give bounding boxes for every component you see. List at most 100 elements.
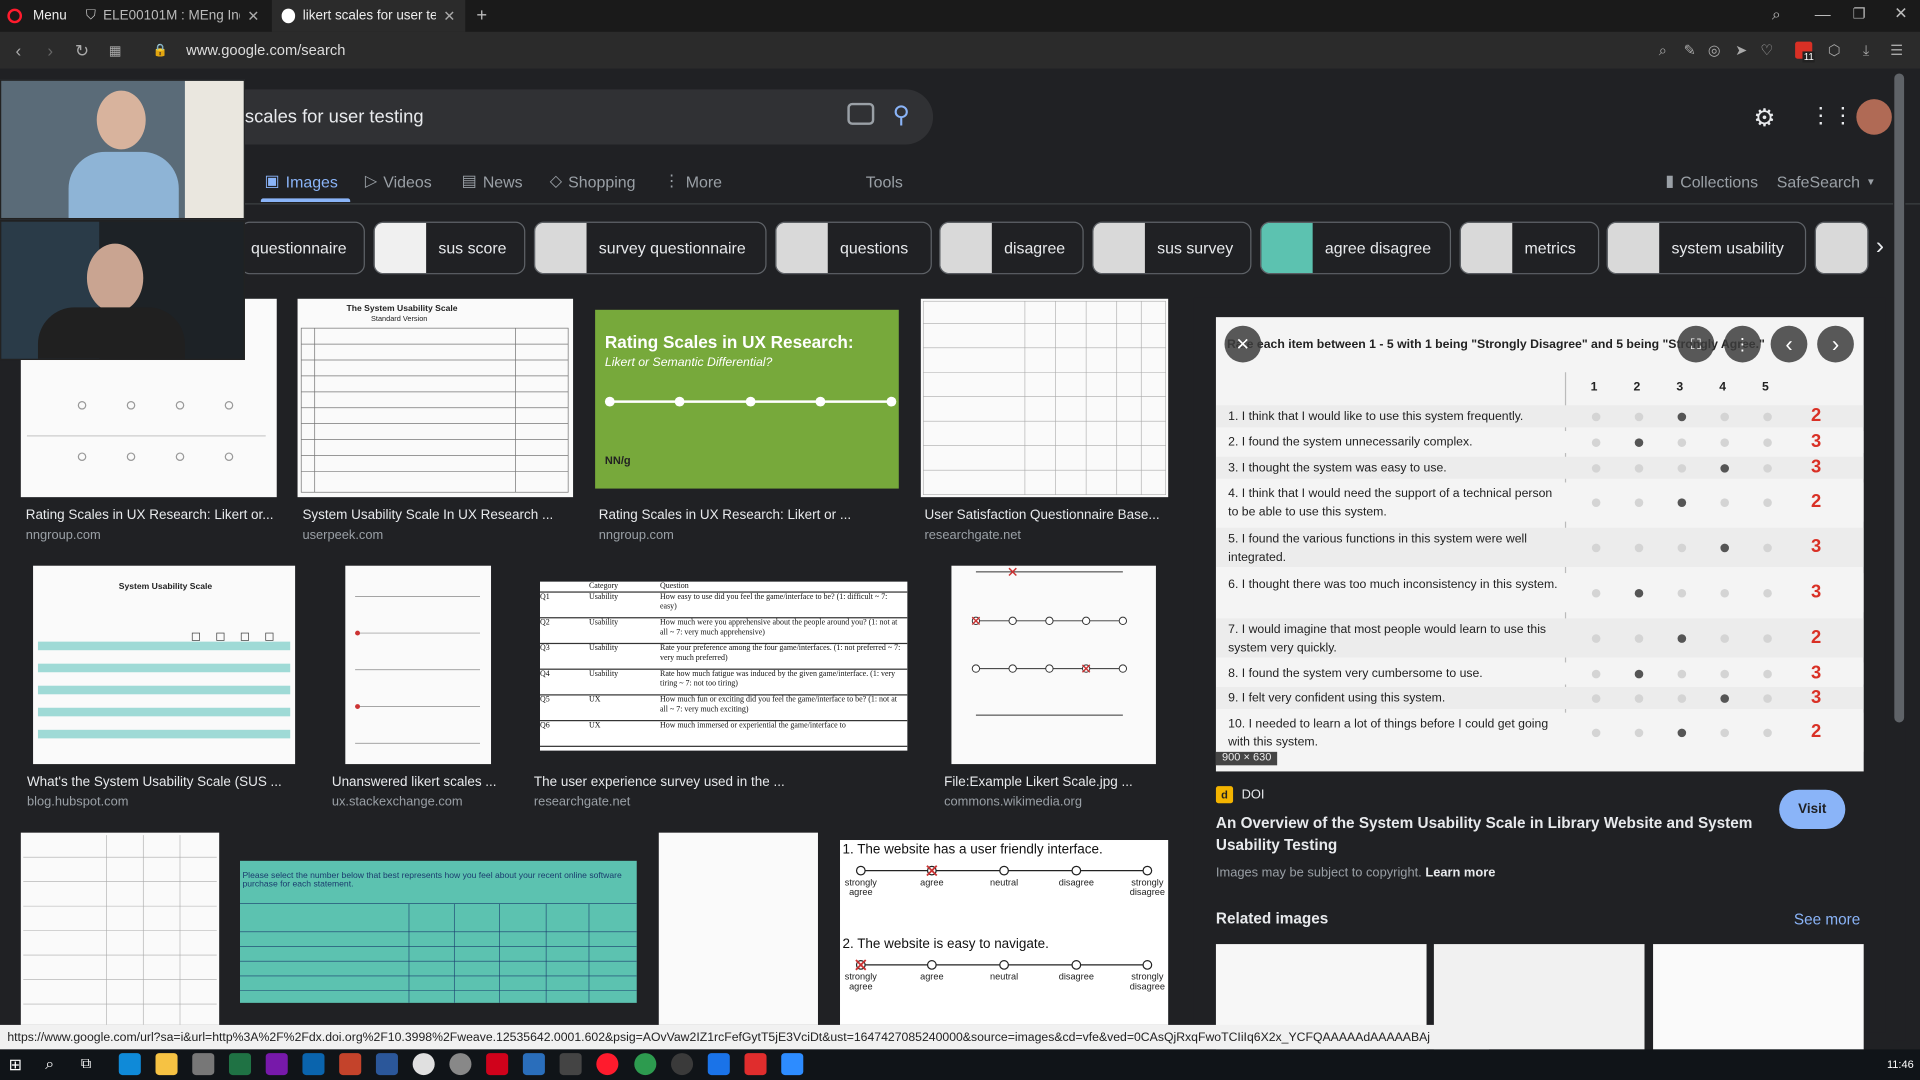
send-icon[interactable]: ➤	[1731, 32, 1751, 69]
result-thumbnail[interactable]: The System Usability Scale Standard Vers…	[297, 298, 574, 498]
download-icon[interactable]: ⤓	[1856, 32, 1876, 69]
app-icon[interactable]	[449, 1053, 472, 1076]
safesearch-button[interactable]: SafeSearch ▼	[1777, 168, 1876, 195]
result-source[interactable]: nngroup.com	[599, 528, 674, 543]
file-explorer-icon[interactable]	[155, 1053, 178, 1076]
result-title[interactable]: The user experience survey used in the .…	[534, 775, 785, 790]
result-source[interactable]: researchgate.net	[924, 528, 1021, 543]
menu-label[interactable]: Menu	[33, 9, 67, 24]
box-icon[interactable]: ⬡	[1825, 32, 1845, 69]
result-source[interactable]: researchgate.net	[534, 795, 631, 810]
chip-questions[interactable]: questions	[775, 221, 932, 275]
result-source[interactable]: blog.hubspot.com	[27, 795, 128, 810]
tab-images[interactable]: ▣ Images	[264, 168, 337, 195]
chrome-icon[interactable]	[412, 1053, 435, 1076]
source-name[interactable]: DOI	[1242, 787, 1265, 802]
zoom-app-icon[interactable]	[781, 1053, 804, 1076]
result-thumbnail[interactable]	[345, 565, 492, 765]
chip-partial[interactable]	[1814, 221, 1869, 275]
see-more-link[interactable]: See more	[1794, 911, 1860, 928]
result-source[interactable]: nngroup.com	[26, 528, 101, 543]
result-thumbnail[interactable]: 1. The website has a user friendly inter…	[840, 840, 1169, 1025]
excel-icon[interactable]	[228, 1053, 252, 1076]
speed-dial-icon[interactable]: ▦	[104, 32, 126, 69]
result-thumbnail[interactable]	[658, 832, 818, 1025]
close-preview-icon[interactable]: ✕	[1224, 325, 1262, 363]
result-thumbnail[interactable]: Please select the number below that best…	[240, 860, 637, 1003]
result-source[interactable]: userpeek.com	[302, 528, 383, 543]
app-icon[interactable]	[559, 1053, 582, 1076]
result-title[interactable]: System Usability Scale In UX Research ..…	[302, 508, 553, 523]
more-options-icon[interactable]: ⋮	[1724, 325, 1761, 363]
apps-grid-icon[interactable]: ⋮⋮	[1810, 103, 1854, 129]
camera-icon[interactable]: ◎	[1705, 32, 1725, 69]
chip-system-usability[interactable]: system usability	[1606, 221, 1807, 275]
acrobat-icon[interactable]	[744, 1053, 767, 1076]
tab-videos[interactable]: ▷ Videos	[365, 168, 432, 195]
result-title[interactable]: File:Example Likert Scale.jpg ...	[944, 775, 1133, 790]
result-source[interactable]: commons.wikimedia.org	[944, 795, 1082, 810]
windows-start-icon[interactable]: ⊞	[9, 1056, 22, 1076]
close-tab-icon[interactable]: ✕	[443, 7, 455, 24]
result-thumbnail[interactable]	[920, 298, 1169, 498]
result-title[interactable]: What's the System Usability Scale (SUS .…	[27, 775, 282, 790]
result-thumbnail[interactable]	[20, 832, 220, 1025]
result-title[interactable]: Rating Scales in UX Research: Likert or.…	[26, 508, 274, 523]
camera-search-icon[interactable]	[847, 102, 875, 125]
chip-metrics[interactable]: metrics	[1459, 221, 1600, 275]
url-field[interactable]: www.google.com/search	[186, 42, 345, 59]
heart-icon[interactable]: ♡	[1757, 32, 1777, 69]
tab-search[interactable]: likert scales for user testing ✕	[271, 0, 466, 32]
app-icon[interactable]	[522, 1053, 545, 1076]
result-thumbnail[interactable]: Rating Scales in UX Research: Likert or …	[595, 309, 899, 489]
tab-shopping[interactable]: ◇ Shopping	[550, 168, 636, 195]
result-title[interactable]: User Satisfaction Questionnaire Base...	[924, 508, 1159, 523]
fullscreen-icon[interactable]: ⛶	[1677, 325, 1715, 363]
word-icon[interactable]	[375, 1053, 398, 1076]
visit-button[interactable]: Visit	[1779, 789, 1846, 829]
edge-icon[interactable]	[118, 1053, 141, 1076]
chips-next-icon[interactable]: ›	[1876, 233, 1884, 261]
minimize-icon[interactable]: —	[1815, 5, 1831, 23]
chip-agree-disagree[interactable]: agree disagree	[1260, 221, 1452, 275]
close-tab-icon[interactable]: ✕	[247, 7, 259, 24]
page-scrollbar[interactable]	[1893, 73, 1906, 1041]
search-input[interactable]: scales for user testing	[245, 107, 424, 128]
easy-setup-icon[interactable]: ☰	[1887, 32, 1907, 69]
prev-image-icon[interactable]: ‹	[1770, 325, 1808, 363]
app-icon[interactable]	[671, 1053, 694, 1076]
outlook-icon[interactable]	[302, 1053, 325, 1076]
task-view-icon[interactable]: ⧉	[81, 1054, 92, 1072]
tab-course[interactable]: ⛉ ELE00101M : MEng Individ ✕	[76, 0, 269, 32]
search-icon[interactable]: ⚲	[893, 102, 910, 130]
restore-icon[interactable]: ❐	[1853, 5, 1866, 22]
preview-image[interactable]: Rate each item between 1 - 5 with 1 bein…	[1215, 317, 1864, 772]
result-thumbnail[interactable]: System Usability Scale	[33, 565, 296, 765]
back-icon[interactable]: ‹	[7, 32, 29, 69]
reload-icon[interactable]: ↻	[71, 32, 93, 69]
result-source[interactable]: ux.stackexchange.com	[332, 795, 463, 810]
scrollbar-thumb[interactable]	[1894, 73, 1905, 723]
result-thumbnail[interactable]: Category Question Q1 Usability How easy to u…	[540, 581, 908, 751]
close-window-icon[interactable]: ✕	[1894, 4, 1907, 24]
chip-sus-score[interactable]: sus score	[373, 221, 526, 275]
result-title[interactable]: Rating Scales in UX Research: Likert or …	[599, 508, 851, 523]
new-tab-icon[interactable]: +	[476, 5, 487, 26]
chip-sus-survey[interactable]: sus survey	[1092, 221, 1252, 275]
result-thumbnail[interactable]	[951, 565, 1156, 765]
preview-title[interactable]: An Overview of the System Usability Scal…	[1216, 812, 1767, 856]
taskbar-search-icon[interactable]: ⌕	[45, 1054, 54, 1074]
related-image[interactable]	[1653, 944, 1864, 1050]
settings-gear-icon[interactable]: ⚙	[1753, 103, 1775, 134]
search-tabs-icon[interactable]: ⌕	[1772, 5, 1781, 25]
powerpoint-icon[interactable]	[339, 1053, 362, 1076]
collections-button[interactable]: ▮ Collections	[1665, 168, 1758, 195]
chip-disagree[interactable]: disagree	[939, 221, 1084, 275]
learn-more-link[interactable]: Learn more	[1425, 866, 1495, 881]
app-icon[interactable]	[634, 1053, 657, 1076]
app-icon[interactable]	[707, 1053, 730, 1076]
forward-icon[interactable]: ›	[39, 32, 61, 69]
edit-icon[interactable]: ✎	[1680, 32, 1700, 69]
next-image-icon[interactable]: ›	[1817, 325, 1854, 363]
zoom-icon[interactable]: ⌕	[1653, 32, 1673, 69]
